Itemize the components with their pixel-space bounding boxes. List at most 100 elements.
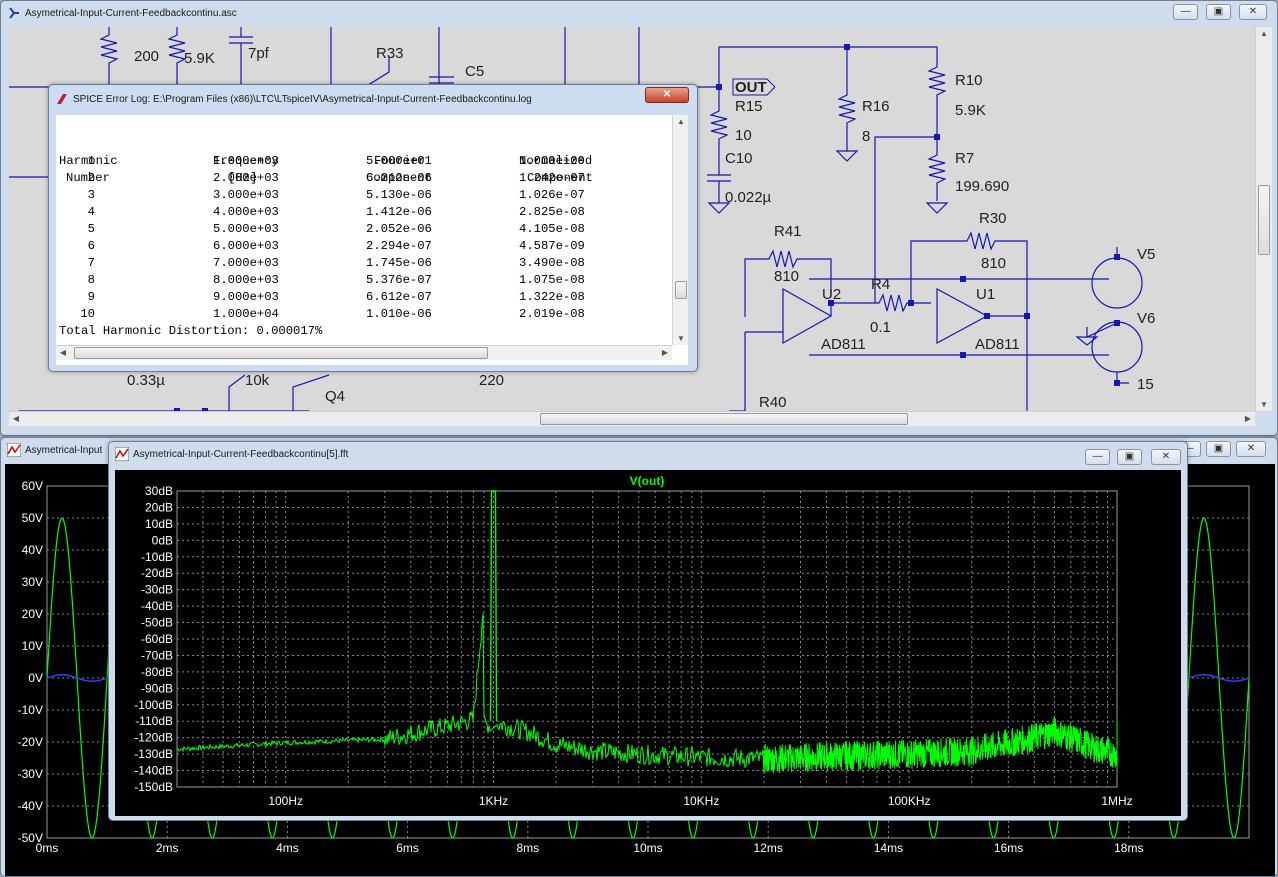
harmonic-cell: 5.130e-06 xyxy=(366,188,432,202)
ltspice-schematic-icon xyxy=(7,6,21,20)
scroll-up-arrow[interactable]: ▲ xyxy=(1257,29,1271,38)
svg-text:R16: R16 xyxy=(862,98,890,115)
fft-restore-button[interactable]: ▣ xyxy=(1117,449,1142,465)
log-vscrollbar[interactable]: ▲ ▼ xyxy=(672,115,688,345)
fft-title: Asymetrical-Input-Current-Feedbackcontin… xyxy=(133,448,349,460)
fft-x-tick-label: 10KHz xyxy=(683,794,719,808)
fft-y-tick-label: -70dB xyxy=(141,648,173,662)
harmonic-cell: 3.000e+03 xyxy=(213,188,279,202)
harmonic-row: 3 3.000e+03 5.130e-06 1.026e-07 xyxy=(56,187,676,204)
harmonic-cell: 2.019e-08 xyxy=(519,307,585,321)
harmonic-row: 2 2.000e+03 6.212e-06 1.242e-07 xyxy=(56,170,676,187)
scroll-right-arrow[interactable]: ▶ xyxy=(1241,414,1255,423)
svg-text:AD811: AD811 xyxy=(975,336,1020,353)
log-scroll-left[interactable]: ◀ xyxy=(56,348,70,357)
harmonic-cell: 4.587e-09 xyxy=(519,239,585,253)
fft-y-tick-label: -30dB xyxy=(141,583,173,597)
log-titlebar[interactable]: SPICE Error Log: E:\Program Files (x86)\… xyxy=(49,85,697,113)
vscroll-thumb[interactable] xyxy=(1258,185,1270,255)
harmonic-cell: 1.000e+03 xyxy=(213,154,279,168)
fft-window[interactable]: Asymetrical-Input-Current-Feedbackcontin… xyxy=(108,441,1188,821)
fft-y-tick-label: 10dB xyxy=(145,517,173,531)
svg-text:199.690: 199.690 xyxy=(955,178,1009,195)
svg-text:R7: R7 xyxy=(955,150,974,167)
waveform-title: Asymetrical-Input xyxy=(25,444,103,456)
harmonic-cell: 1.010e-06 xyxy=(366,307,432,321)
fft-y-tick-label: -130dB xyxy=(134,747,173,761)
harmonic-cell: 2 xyxy=(87,171,95,185)
svg-text:AD811: AD811 xyxy=(821,336,866,353)
svg-text:5.9K: 5.9K xyxy=(955,102,986,119)
harmonic-cell: 7.000e+03 xyxy=(213,256,279,270)
log-close-button[interactable]: ✕ xyxy=(645,87,689,103)
harmonic-row: 8 8.000e+03 5.376e-07 1.075e-08 xyxy=(56,272,676,289)
fft-y-tick-label: -20dB xyxy=(141,566,173,580)
svg-text:V6: V6 xyxy=(1137,310,1155,327)
svg-text:10k: 10k xyxy=(245,372,270,389)
harmonic-cell: 8 xyxy=(87,273,95,287)
fft-trace-name: V(out) xyxy=(630,474,665,488)
svg-text:0.022µ: 0.022µ xyxy=(725,189,772,206)
fft-minimize-button[interactable]: — xyxy=(1085,449,1110,465)
harmonic-row: 1 1.000e+03 5.000e+01 1.000e+00 xyxy=(56,153,676,170)
svg-text:5.9K: 5.9K xyxy=(184,50,215,67)
fft-y-tick-label: 20dB xyxy=(145,500,173,514)
harmonic-row: 4 4.000e+03 1.412e-06 2.825e-08 xyxy=(56,204,676,221)
minimize-button[interactable]: — xyxy=(1173,4,1198,20)
wave-x-tick-label: 12ms xyxy=(754,841,783,855)
error-log-window[interactable]: SPICE Error Log: E:\Program Files (x86)\… xyxy=(48,84,698,372)
svg-text:OUT: OUT xyxy=(735,79,767,96)
log-content[interactable]: Harmonic Number Frequency [Hz] Fourier Comp… xyxy=(56,115,688,365)
fft-close-button[interactable]: ✕ xyxy=(1151,449,1181,465)
harmonic-cell: 1.745e-06 xyxy=(366,256,432,270)
hscroll-thumb[interactable] xyxy=(540,413,908,425)
harmonic-cell: 1.000e+04 xyxy=(213,307,279,321)
wave-y-tick-label: 30V xyxy=(22,575,43,589)
svg-text:U2: U2 xyxy=(822,286,841,303)
log-scroll-right[interactable]: ▶ xyxy=(658,348,672,357)
restore-button[interactable]: ▣ xyxy=(1206,4,1231,20)
harmonic-cell: 4.105e-08 xyxy=(519,222,585,236)
log-vscroll-thumb[interactable] xyxy=(675,281,687,299)
harmonic-cell: 3 xyxy=(87,188,95,202)
wave-x-tick-label: 10ms xyxy=(633,841,662,855)
harmonic-cell: 3.490e-08 xyxy=(519,256,585,270)
log-hscroll-thumb[interactable] xyxy=(74,347,488,359)
wave-y-tick-label: 60V xyxy=(22,479,43,493)
fft-y-tick-label: -110dB xyxy=(135,714,173,728)
log-scroll-down[interactable]: ▼ xyxy=(674,334,688,343)
svg-text:R4: R4 xyxy=(871,276,890,293)
harmonic-cell: 5.000e+03 xyxy=(213,222,279,236)
wave-x-tick-label: 8ms xyxy=(516,841,539,855)
fft-y-tick-label: -100dB xyxy=(134,698,173,712)
harmonic-row: 7 7.000e+03 1.745e-06 3.490e-08 xyxy=(56,255,676,272)
schematic-titlebar[interactable]: Asymetrical-Input-Current-Feedbackcontin… xyxy=(1,1,1277,25)
wave-y-tick-label: -20V xyxy=(18,735,43,749)
wave-restore-button[interactable]: ▣ xyxy=(1206,441,1231,457)
fft-x-tick-label: 1KHz xyxy=(479,794,508,808)
harmonic-cell: 5.000e+01 xyxy=(366,154,432,168)
wave-y-tick-label: 10V xyxy=(22,639,43,653)
scroll-down-arrow[interactable]: ▼ xyxy=(1257,400,1271,409)
scroll-left-arrow[interactable]: ◀ xyxy=(9,414,23,423)
harmonic-cell: 1.322e-08 xyxy=(519,290,585,304)
svg-text:R10: R10 xyxy=(955,72,983,89)
log-scroll-up[interactable]: ▲ xyxy=(674,117,688,126)
harmonic-cell: 2.052e-06 xyxy=(366,222,432,236)
harmonic-cell: 1.000e+00 xyxy=(519,154,585,168)
log-hscrollbar[interactable]: ◀ ▶ xyxy=(56,345,672,360)
schematic-hscrollbar[interactable]: ◀ ▶ xyxy=(9,411,1255,426)
fft-titlebar[interactable]: Asymetrical-Input-Current-Feedbackcontin… xyxy=(109,442,1187,466)
fft-y-tick-label: -150dB xyxy=(134,780,173,794)
harmonic-cell: 6.000e+03 xyxy=(213,239,279,253)
wave-y-tick-label: 20V xyxy=(22,607,43,621)
wave-x-tick-label: 4ms xyxy=(276,841,299,855)
fft-y-tick-label: -40dB xyxy=(141,599,173,613)
schematic-vscrollbar[interactable]: ▲ ▼ xyxy=(1255,27,1272,411)
fft-plot[interactable]: 30dB 20dB 10dB 0dB -10dB -20dB -30dB -40dB -50dB… xyxy=(115,470,1181,816)
wave-x-tick-label: 16ms xyxy=(994,841,1023,855)
harmonic-cell: 1 xyxy=(87,154,95,168)
close-button[interactable]: ✕ xyxy=(1239,4,1267,20)
wave-close-button[interactable]: ✕ xyxy=(1236,441,1266,457)
fft-y-tick-label: -50dB xyxy=(141,616,173,630)
